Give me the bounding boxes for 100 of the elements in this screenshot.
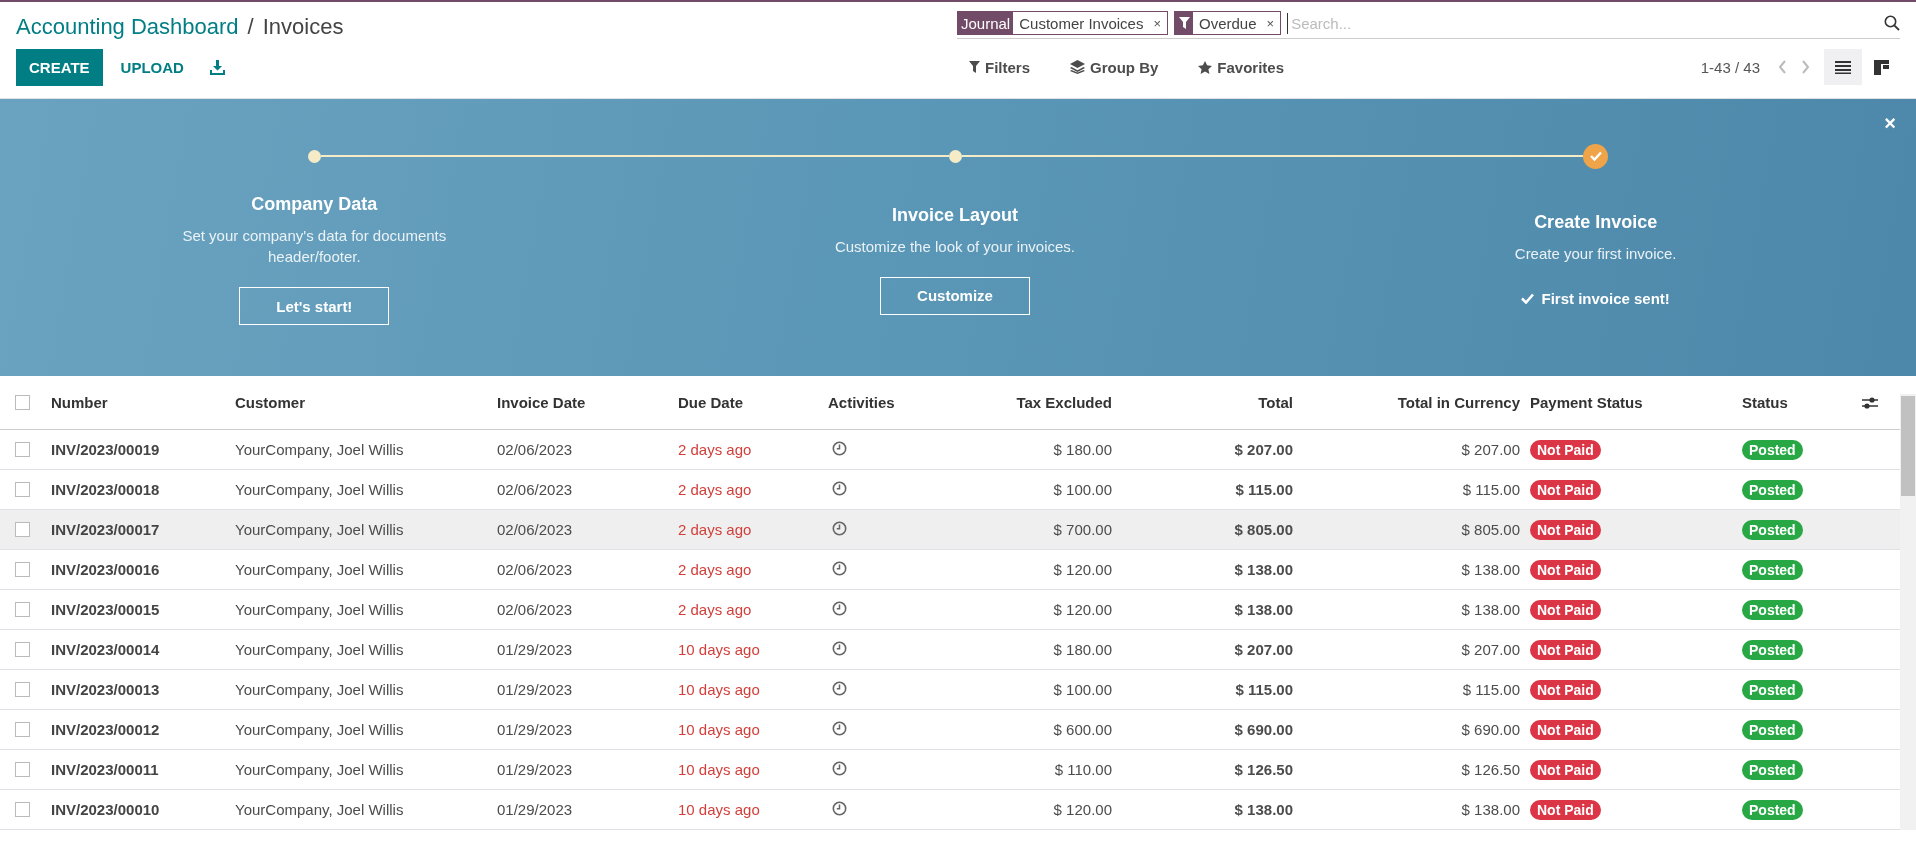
- row-checkbox[interactable]: [15, 682, 30, 697]
- clock-icon[interactable]: [832, 640, 847, 656]
- table-row[interactable]: INV/2023/00012 YourCompany, Joel Willis 01/29/2023 10 days ago $ 600.00 $ 690.00 $ 690.00 Not Paid Posted: [0, 710, 1900, 750]
- row-checkbox[interactable]: [15, 442, 30, 457]
- column-header[interactable]: Customer: [235, 394, 497, 411]
- table-cell-text: 10 days ago: [678, 641, 761, 658]
- clock-icon[interactable]: [832, 680, 847, 696]
- table-cell-text: 2 days ago: [678, 601, 753, 618]
- clock-icon[interactable]: [832, 760, 847, 776]
- row-checkbox[interactable]: [15, 722, 30, 737]
- table-cell-text: $ 100.00: [1052, 681, 1112, 698]
- table-cell-text: $ 690.00: [1460, 721, 1520, 738]
- column-header[interactable]: Payment Status: [1520, 394, 1742, 411]
- step-title: Company Data: [251, 194, 378, 215]
- sliders-icon[interactable]: [1862, 395, 1878, 410]
- row-checkbox[interactable]: [15, 522, 30, 537]
- table-cell-text: YourCompany, Joel Willis: [235, 481, 405, 498]
- facet-label: Journal: [958, 12, 1014, 34]
- column-header[interactable]: Total: [1112, 394, 1293, 411]
- table-cell-text: YourCompany, Joel Willis: [235, 681, 405, 698]
- status-badge: Posted: [1742, 519, 1803, 540]
- kanban-icon: [1873, 59, 1889, 75]
- table-cell-text: $ 126.50: [1233, 761, 1293, 778]
- row-checkbox[interactable]: [15, 802, 30, 817]
- table-cell-text: 10 days ago: [678, 801, 761, 818]
- payment-status-badge: Not Paid: [1530, 479, 1601, 500]
- search-option-button[interactable]: Favorites: [1186, 57, 1291, 77]
- table-row[interactable]: INV/2023/00013 YourCompany, Joel Willis 01/29/2023 10 days ago $ 100.00 $ 115.00 $ 115.00 Not Paid Posted: [0, 670, 1900, 710]
- table-cell-text: 10 days ago: [678, 721, 761, 738]
- column-header[interactable]: Tax Excluded: [958, 394, 1112, 411]
- row-checkbox[interactable]: [15, 642, 30, 657]
- column-header[interactable]: Invoice Date: [497, 394, 678, 411]
- payment-status-badge: Not Paid: [1530, 599, 1601, 620]
- table-cell-text: INV/2023/00011: [51, 761, 160, 778]
- search-icon[interactable]: [1884, 15, 1900, 31]
- close-button[interactable]: ×: [1878, 111, 1902, 136]
- column-header[interactable]: Activities: [828, 394, 958, 411]
- table-cell-text: $ 180.00: [1052, 441, 1112, 458]
- clock-icon[interactable]: [832, 480, 847, 496]
- column-header[interactable]: Status: [1742, 394, 1862, 411]
- column-header[interactable]: Due Date: [678, 394, 828, 411]
- table-cell-text: INV/2023/00016: [51, 561, 161, 578]
- scrollbar[interactable]: [1900, 394, 1916, 830]
- layers-icon: [1070, 60, 1085, 74]
- search-option-button[interactable]: Filters: [957, 57, 1036, 77]
- remove-facet-button[interactable]: ×: [1153, 15, 1161, 31]
- column-header[interactable]: Total in Currency: [1293, 394, 1520, 411]
- list-view-button[interactable]: [1824, 49, 1862, 85]
- remove-facet-button[interactable]: ×: [1266, 15, 1275, 31]
- row-checkbox[interactable]: [15, 562, 30, 577]
- create-button[interactable]: CREATE: [16, 49, 103, 86]
- download-icon[interactable]: [209, 60, 225, 75]
- search-option-button[interactable]: Group By: [1058, 57, 1165, 77]
- column-header[interactable]: Number: [51, 394, 235, 411]
- table-row[interactable]: INV/2023/00016 YourCompany, Joel Willis 02/06/2023 2 days ago $ 120.00 $ 138.00 $ 138.00 Not Paid Posted: [0, 550, 1900, 590]
- select-all-checkbox[interactable]: [15, 395, 30, 410]
- row-checkbox[interactable]: [15, 762, 30, 777]
- table-cell-text: $ 120.00: [1052, 801, 1112, 818]
- row-checkbox[interactable]: [15, 602, 30, 617]
- payment-status-badge: Not Paid: [1530, 679, 1601, 700]
- table-row[interactable]: INV/2023/00014 YourCompany, Joel Willis 01/29/2023 10 days ago $ 180.00 $ 207.00 $ 207.00 Not Paid Posted: [0, 630, 1900, 670]
- payment-status-badge: Not Paid: [1530, 759, 1601, 780]
- upload-button[interactable]: UPLOAD: [110, 49, 194, 86]
- table-cell-text: 01/29/2023: [497, 801, 574, 818]
- table-cell-text: 02/06/2023: [497, 561, 574, 578]
- search-facet[interactable]: Journal Customer Invoices ×: [957, 11, 1168, 35]
- payment-status-badge: Not Paid: [1530, 719, 1601, 740]
- table-cell-text: $ 600.00: [1052, 721, 1112, 738]
- table-cell-text: YourCompany, Joel Willis: [235, 801, 405, 818]
- clock-icon[interactable]: [832, 800, 847, 816]
- search-facet[interactable]: Overdue ×: [1174, 11, 1282, 35]
- table-cell-text: $ 138.00: [1460, 601, 1520, 618]
- table-cell-text: 10 days ago: [678, 681, 761, 698]
- filter-icon: [969, 61, 980, 73]
- clock-icon[interactable]: [832, 720, 847, 736]
- highlighted-row[interactable]: INV/2023/00017 YourCompany, Joel Willis 02/06/2023 2 days ago $ 700.00 $ 805.00 $ 805.00 Not Paid Posted: [0, 510, 1900, 550]
- clock-icon[interactable]: [832, 520, 847, 536]
- clock-icon[interactable]: [832, 600, 847, 616]
- step-description: Set your company's data for documents header/footer.: [181, 226, 448, 267]
- table-cell-text: 01/29/2023: [497, 641, 574, 658]
- row-checkbox[interactable]: [15, 482, 30, 497]
- table-row[interactable]: INV/2023/00011 YourCompany, Joel Willis 01/29/2023 10 days ago $ 110.00 $ 126.50 $ 126.50 Not Paid Posted: [0, 750, 1900, 790]
- table-cell-text: $ 110.00: [1053, 761, 1112, 778]
- table-cell-text: $ 120.00: [1052, 561, 1112, 578]
- table-cell-text: $ 138.00: [1460, 561, 1520, 578]
- table-cell-text: $ 138.00: [1233, 601, 1293, 618]
- table-row[interactable]: INV/2023/00019 YourCompany, Joel Willis 02/06/2023 2 days ago $ 180.00 $ 207.00 $ 207.00 Not Paid Posted: [0, 430, 1900, 470]
- payment-status-badge: Not Paid: [1530, 799, 1601, 820]
- step-title: Create Invoice: [1534, 212, 1658, 233]
- table-cell-text: INV/2023/00014: [51, 641, 161, 658]
- breadcrumb-link[interactable]: Accounting Dashboard: [16, 14, 239, 40]
- status-badge: Posted: [1742, 599, 1803, 620]
- table-cell-text: $ 100.00: [1052, 481, 1112, 498]
- clock-icon[interactable]: [832, 440, 847, 456]
- table-cell-text: $ 805.00: [1460, 521, 1520, 538]
- clock-icon[interactable]: [832, 560, 847, 576]
- table-cell-text: 01/29/2023: [497, 681, 574, 698]
- table-row[interactable]: INV/2023/00015 YourCompany, Joel Willis 02/06/2023 2 days ago $ 120.00 $ 138.00 $ 138.00 Not Paid Posted: [0, 590, 1900, 630]
- table-cell-text: 01/29/2023: [497, 761, 574, 778]
- table-row[interactable]: INV/2023/00010 YourCompany, Joel Willis 01/29/2023 10 days ago $ 120.00 $ 138.00 $ 138.00 Not Paid Posted: [0, 790, 1900, 830]
